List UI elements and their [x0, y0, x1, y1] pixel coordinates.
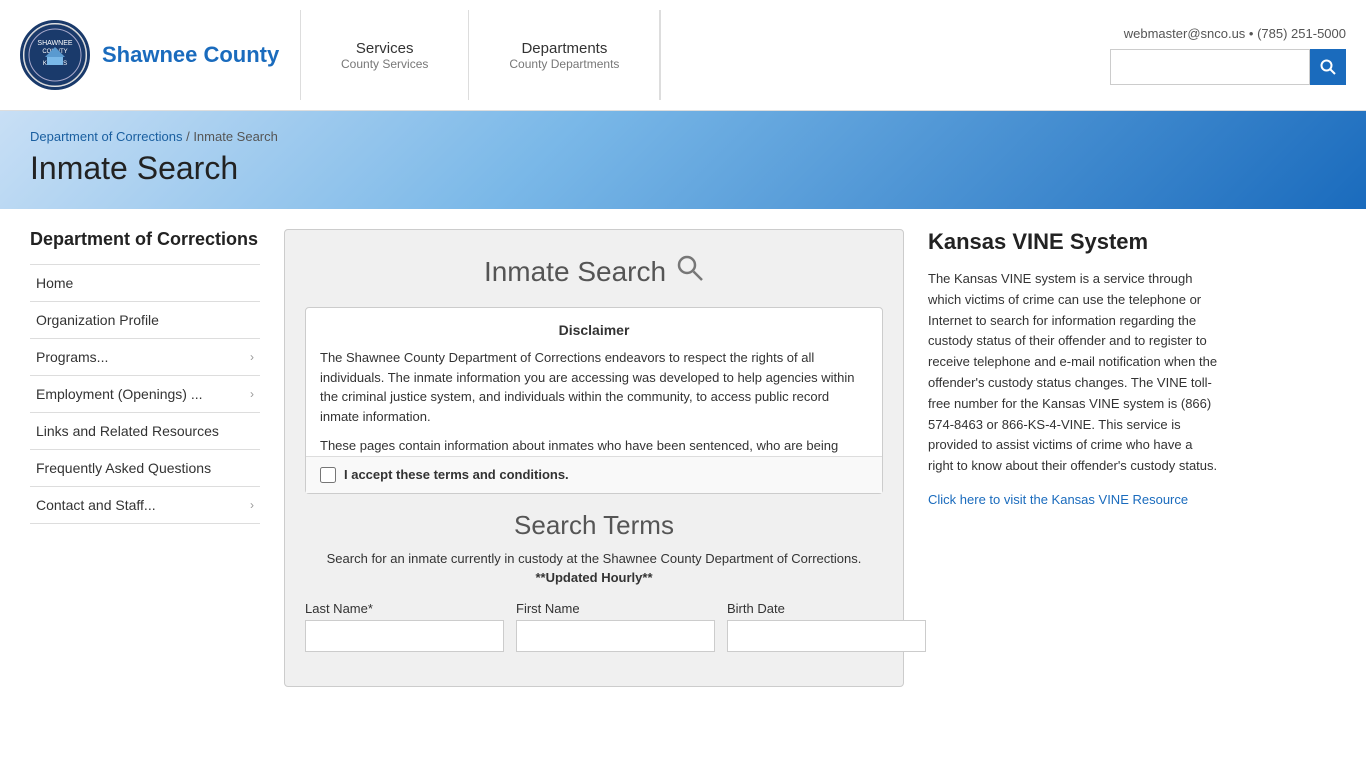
search-terms-desc: Search for an inmate currently in custod…: [305, 551, 883, 566]
breadcrumb: Department of Corrections / Inmate Searc…: [30, 129, 1336, 144]
breadcrumb-current: Inmate Search: [193, 129, 278, 144]
disclaimer-title: Disclaimer: [320, 322, 868, 338]
sidebar-item-home[interactable]: Home: [30, 264, 260, 301]
sidebar-link-home[interactable]: Home: [30, 265, 260, 301]
sidebar-link-employment[interactable]: Employment (Openings) ... ›: [30, 376, 260, 412]
birth-date-group: Birth Date: [727, 601, 926, 652]
accept-label[interactable]: I accept these terms and conditions.: [344, 467, 569, 482]
contact-info: webmaster@snco.us • (785) 251-5000: [1124, 26, 1346, 41]
header-search-button[interactable]: [1310, 49, 1346, 85]
right-panel: Kansas VINE System The Kansas VINE syste…: [928, 229, 1218, 507]
sidebar-link-faq[interactable]: Frequently Asked Questions: [30, 450, 260, 486]
sidebar-item-faq[interactable]: Frequently Asked Questions: [30, 449, 260, 486]
sidebar-item-org-profile[interactable]: Organization Profile: [30, 301, 260, 338]
main-nav: Services County Services Departments Cou…: [300, 10, 661, 100]
last-name-group: Last Name*: [305, 601, 504, 652]
first-name-group: First Name: [516, 601, 715, 652]
accept-checkbox[interactable]: [320, 467, 336, 483]
sidebar-title: Department of Corrections: [30, 229, 260, 250]
search-icon: [1320, 59, 1336, 75]
inmate-search-box: Inmate Search Disclaimer The Shawnee Cou…: [284, 229, 904, 687]
logo-area: SHAWNEE COUNTY KANSAS Shawnee County: [20, 20, 300, 90]
chevron-right-icon: ›: [250, 498, 254, 512]
header-search-input[interactable]: [1110, 49, 1310, 85]
nav-services[interactable]: Services County Services: [301, 10, 469, 100]
sidebar-item-employment[interactable]: Employment (Openings) ... ›: [30, 375, 260, 412]
breadcrumb-link[interactable]: Department of Corrections: [30, 129, 182, 144]
search-terms-section: Search Terms Search for an inmate curren…: [305, 510, 883, 652]
inmate-search-title: Inmate Search: [305, 254, 883, 289]
chevron-right-icon: ›: [250, 387, 254, 401]
sidebar-link-links[interactable]: Links and Related Resources: [30, 413, 260, 449]
accept-row: I accept these terms and conditions.: [306, 456, 882, 493]
birth-date-input[interactable]: [727, 620, 926, 652]
chevron-right-icon: ›: [250, 350, 254, 364]
vine-title: Kansas VINE System: [928, 229, 1218, 255]
center-content: Inmate Search Disclaimer The Shawnee Cou…: [284, 229, 904, 687]
sidebar-link-org-profile[interactable]: Organization Profile: [30, 302, 260, 338]
sidebar-item-programs[interactable]: Programs... ›: [30, 338, 260, 375]
logo-circle: SHAWNEE COUNTY KANSAS: [20, 20, 90, 90]
disclaimer-text2: These pages contain information about in…: [320, 436, 868, 456]
vine-text: The Kansas VINE system is a service thro…: [928, 269, 1218, 477]
main-content: Department of Corrections Home Organizat…: [0, 209, 1366, 707]
disclaimer-text1: The Shawnee County Department of Correct…: [320, 348, 868, 426]
disclaimer-box: Disclaimer The Shawnee County Department…: [305, 307, 883, 494]
search-form-row: Last Name* First Name Birth Date: [305, 601, 883, 652]
org-name[interactable]: Shawnee County: [102, 42, 279, 68]
sidebar-item-contact[interactable]: Contact and Staff... ›: [30, 486, 260, 524]
page-header: Department of Corrections / Inmate Searc…: [0, 111, 1366, 209]
first-name-label: First Name: [516, 601, 715, 616]
search-icon-large: [676, 254, 704, 289]
search-terms-updated: **Updated Hourly**: [305, 570, 883, 585]
county-seal-icon: SHAWNEE COUNTY KANSAS: [23, 23, 87, 87]
sidebar-nav: Home Organization Profile Programs... › …: [30, 264, 260, 524]
last-name-label: Last Name*: [305, 601, 504, 616]
birth-date-label: Birth Date: [727, 601, 926, 616]
svg-text:SHAWNEE: SHAWNEE: [37, 40, 72, 47]
header-search: [1110, 49, 1346, 85]
sidebar-link-contact[interactable]: Contact and Staff... ›: [30, 487, 260, 523]
search-terms-title: Search Terms: [305, 510, 883, 541]
site-header: SHAWNEE COUNTY KANSAS Shawnee County Ser…: [0, 0, 1366, 111]
sidebar-item-links[interactable]: Links and Related Resources: [30, 412, 260, 449]
nav-departments[interactable]: Departments County Departments: [469, 10, 660, 100]
sidebar: Department of Corrections Home Organizat…: [30, 229, 260, 524]
page-title: Inmate Search: [30, 150, 1336, 187]
sidebar-link-programs[interactable]: Programs... ›: [30, 339, 260, 375]
first-name-input[interactable]: [516, 620, 715, 652]
vine-link[interactable]: Click here to visit the Kansas VINE Reso…: [928, 492, 1188, 507]
header-right: webmaster@snco.us • (785) 251-5000: [1110, 26, 1346, 85]
last-name-input[interactable]: [305, 620, 504, 652]
